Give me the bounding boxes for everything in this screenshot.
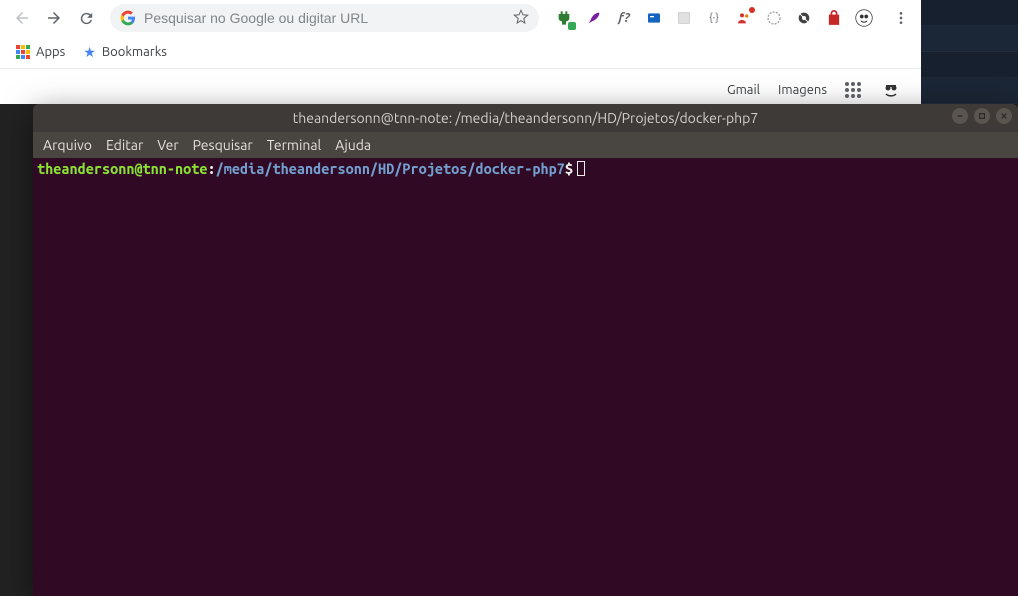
extension-bag-icon[interactable]: [825, 9, 843, 27]
terminal-cursor: [577, 161, 585, 176]
forward-button[interactable]: [40, 4, 68, 32]
menu-file[interactable]: Arquivo: [43, 137, 92, 153]
extension-card-icon[interactable]: [645, 9, 663, 27]
prompt-user-host: theandersonn@tnn-note: [37, 160, 208, 177]
terminal-titlebar[interactable]: theandersonn@tnn-note: /media/theanderso…: [33, 104, 1018, 132]
extensions-row: f? {·}: [549, 6, 913, 30]
extension-braces-icon[interactable]: {·}: [705, 9, 723, 27]
apps-shortcut[interactable]: Apps: [16, 45, 65, 59]
prompt-dollar: $: [565, 160, 573, 177]
background-app-strip: [921, 0, 1018, 104]
close-button[interactable]: [996, 108, 1012, 124]
chrome-toolbar: f? {·}: [0, 0, 921, 36]
extension-people-icon[interactable]: [735, 9, 753, 27]
terminal-title: theandersonn@tnn-note: /media/theanderso…: [293, 110, 759, 126]
menu-view[interactable]: Ver: [157, 137, 178, 153]
minimize-button[interactable]: [952, 108, 968, 124]
menu-terminal[interactable]: Terminal: [267, 137, 322, 153]
terminal-window: theandersonn@tnn-note: /media/theanderso…: [33, 104, 1018, 596]
extension-circle-icon[interactable]: [765, 9, 783, 27]
menu-edit[interactable]: Editar: [106, 137, 143, 153]
chrome-menu-button[interactable]: [889, 6, 913, 30]
menu-help[interactable]: Ajuda: [335, 137, 371, 153]
omnibox[interactable]: [110, 4, 539, 32]
gmail-link[interactable]: Gmail: [727, 83, 760, 97]
terminal-body[interactable]: theandersonn@tnn-note:/media/theanderson…: [33, 158, 1018, 596]
bookmarks-label: Bookmarks: [102, 45, 167, 59]
omnibox-input[interactable]: [144, 10, 505, 26]
bookmarks-shortcut[interactable]: ★ Bookmarks: [83, 44, 167, 61]
extension-plug-icon[interactable]: [555, 9, 573, 27]
prompt-colon: :: [208, 160, 216, 177]
reload-button[interactable]: [72, 4, 100, 32]
apps-label: Apps: [36, 45, 65, 59]
star-icon: ★: [83, 44, 96, 61]
images-link[interactable]: Imagens: [778, 83, 827, 97]
account-avatar[interactable]: [879, 78, 903, 102]
maximize-button[interactable]: [974, 108, 990, 124]
prompt-path: /media/theandersonn/HD/Projetos/docker-p…: [216, 160, 565, 177]
extension-feather-icon[interactable]: [585, 9, 603, 27]
google-g-icon: [120, 10, 136, 26]
chrome-page-header: Gmail Imagens: [0, 68, 921, 104]
profile-avatar-small[interactable]: [855, 9, 873, 27]
apps-grid-icon: [16, 45, 30, 59]
back-button[interactable]: [8, 4, 36, 32]
menu-search[interactable]: Pesquisar: [193, 137, 253, 153]
chrome-window: f? {·} Apps ★ Bookmarks Gmail Imag: [0, 0, 921, 104]
bookmark-star-icon[interactable]: [513, 9, 529, 28]
google-apps-icon[interactable]: [845, 82, 861, 98]
bookmarks-bar: Apps ★ Bookmarks: [0, 36, 921, 68]
extension-square-icon[interactable]: [675, 9, 693, 27]
extension-lens-icon[interactable]: [795, 9, 813, 27]
extension-whatfont-icon[interactable]: f?: [615, 9, 633, 27]
terminal-menubar: Arquivo Editar Ver Pesquisar Terminal Aj…: [33, 132, 1018, 158]
